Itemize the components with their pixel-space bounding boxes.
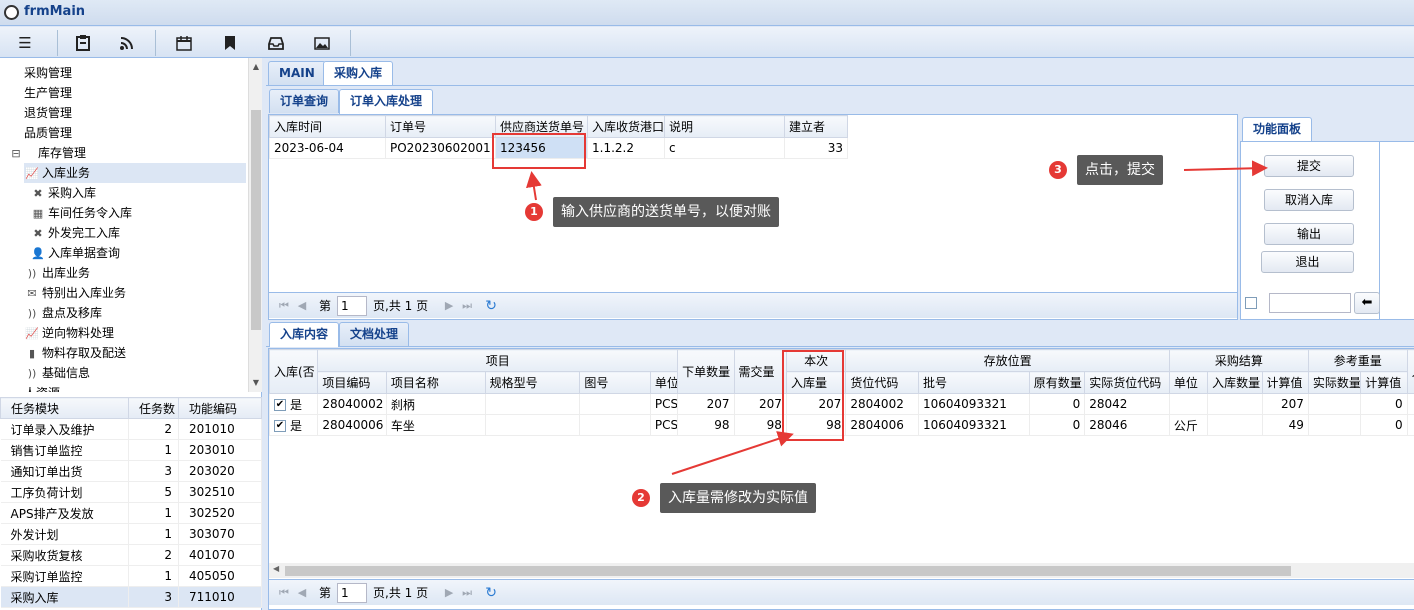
callout-2: 入库量需修改为实际值 [660, 483, 816, 513]
callout-3: 点击，提交 [1077, 155, 1163, 185]
callout-badge-3: 3 [1049, 161, 1067, 179]
annotation-arrows [525, 160, 1268, 475]
callout-badge-2: 2 [632, 489, 650, 507]
callout-badge-1: 1 [525, 203, 543, 221]
callout-1: 输入供应商的送货单号，以便对账 [553, 197, 779, 227]
